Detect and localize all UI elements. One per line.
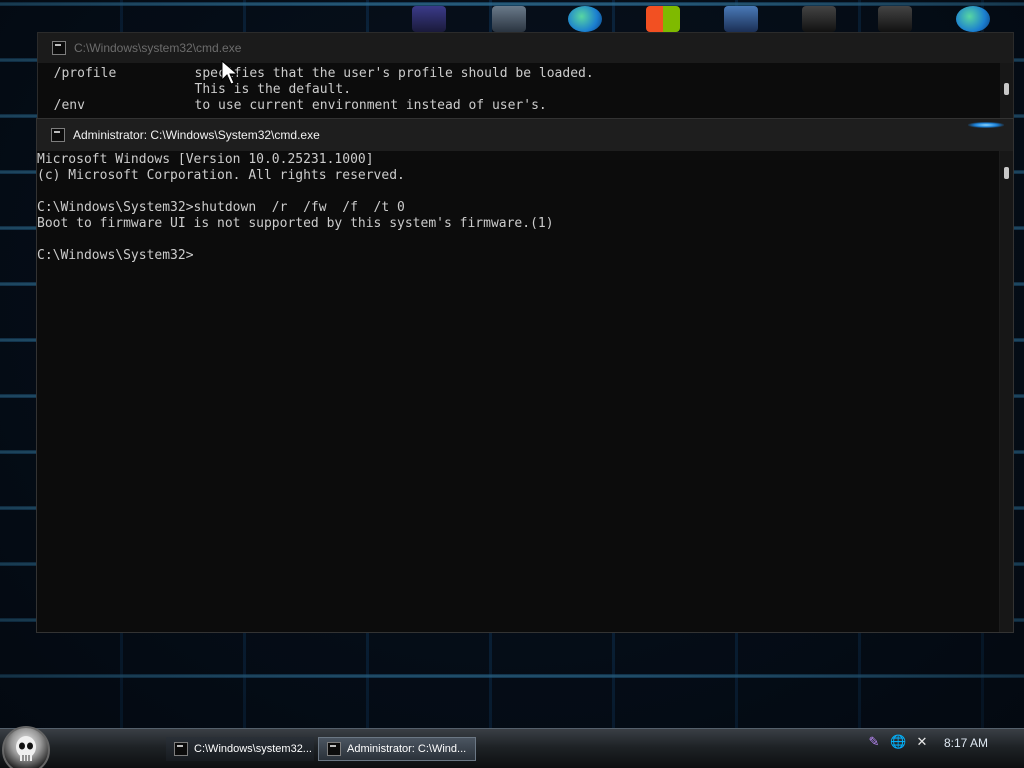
scroll-thumb[interactable] xyxy=(1004,167,1009,179)
scrollbar[interactable] xyxy=(1000,151,1013,632)
edge-icon[interactable] xyxy=(956,6,990,32)
edge-icon[interactable] xyxy=(568,6,602,32)
console-line: Boot to firmware UI is not supported by … xyxy=(37,216,554,231)
taskbar: C:\Windows\system32... Administrator: C:… xyxy=(0,726,1024,768)
console-line: (c) Microsoft Corporation. All rights re… xyxy=(37,168,405,183)
decorative-glint xyxy=(968,122,1004,128)
mouse-cursor-icon xyxy=(221,60,239,85)
taskbar-button-label: C:\Windows\system32... xyxy=(194,743,312,755)
taskbar-button-cmd[interactable]: C:\Windows\system32... xyxy=(166,737,314,761)
cmd-icon xyxy=(327,742,341,756)
window-title: Administrator: C:\Windows\System32\cmd.e… xyxy=(73,128,320,142)
start-button[interactable] xyxy=(2,726,50,768)
desktop-app-icon[interactable] xyxy=(878,6,912,32)
cmd-icon xyxy=(51,128,65,142)
store-icon[interactable] xyxy=(646,6,680,32)
title-bar[interactable]: C:\Windows\system32\cmd.exe xyxy=(38,33,1013,63)
cmd-window-background[interactable]: C:\Windows\system32\cmd.exe /profile spe… xyxy=(37,32,1014,129)
taskbar-button-admin-cmd[interactable]: Administrator: C:\Wind... xyxy=(318,737,476,761)
console-output[interactable]: Microsoft Windows [Version 10.0.25231.10… xyxy=(37,151,999,632)
scroll-thumb[interactable] xyxy=(1004,83,1009,95)
console-line: This is the default. xyxy=(38,82,352,97)
cmd-icon xyxy=(174,742,188,756)
cmd-window-active[interactable]: Administrator: C:\Windows\System32\cmd.e… xyxy=(36,118,1014,633)
title-bar[interactable]: Administrator: C:\Windows\System32\cmd.e… xyxy=(37,119,1013,151)
desktop-app-icon[interactable] xyxy=(724,6,758,32)
command-prompt[interactable]: C:\Windows\System32> xyxy=(37,248,999,264)
window-title: C:\Windows\system32\cmd.exe xyxy=(74,41,242,55)
desktop-app-icon[interactable] xyxy=(802,6,836,32)
volume-muted-icon[interactable]: ✕ xyxy=(914,735,930,751)
console-line: /env to use current environment instead … xyxy=(38,98,547,113)
desktop-app-icon[interactable] xyxy=(412,6,446,32)
skull-logo-icon xyxy=(16,736,36,761)
desktop: C:\Windows\system32\cmd.exe /profile spe… xyxy=(0,0,1024,768)
taskbar-button-label: Administrator: C:\Wind... xyxy=(347,743,467,755)
system-clock[interactable]: 8:17 AM xyxy=(944,736,988,750)
console-line: /profile specifies that the user's profi… xyxy=(38,66,594,81)
console-line: C:\Windows\System32>shutdown /r /fw /f /… xyxy=(37,200,405,215)
cmd-icon xyxy=(52,41,66,55)
desktop-app-icon[interactable] xyxy=(492,6,526,32)
feather-icon[interactable]: ✎ xyxy=(866,735,882,751)
network-globe-icon[interactable]: 🌐 xyxy=(890,735,906,751)
console-line: Microsoft Windows [Version 10.0.25231.10… xyxy=(37,152,374,167)
